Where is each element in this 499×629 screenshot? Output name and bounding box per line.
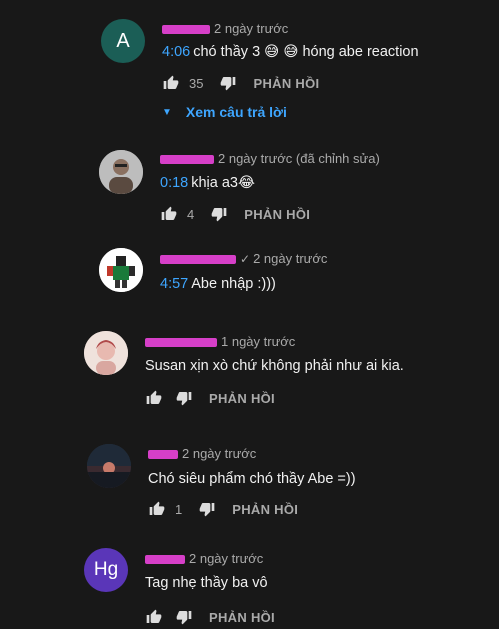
comment-header: 2 ngày trước (đã chỉnh sửa) <box>160 151 380 166</box>
like-count: 1 <box>175 501 183 517</box>
like-icon[interactable] <box>160 205 178 223</box>
comment-time[interactable]: 2 ngày trước <box>189 551 263 566</box>
avatar-character-icon <box>99 248 143 292</box>
reply-button[interactable]: PHẢN HỒI <box>244 207 310 222</box>
dislike-icon[interactable] <box>175 389 193 407</box>
reply-button[interactable]: PHẢN HỒI <box>232 502 298 517</box>
reply-button[interactable]: PHẢN HỒI <box>209 391 275 406</box>
comment-time[interactable]: 2 ngày trước <box>214 21 288 36</box>
comment-text: Tag nhẹ thầy ba vô <box>145 575 268 591</box>
view-replies-button[interactable]: ▼ Xem câu trả lời <box>162 104 287 120</box>
comment-actions: PHẢN HỒI <box>145 389 275 407</box>
reply-button[interactable]: PHẢN HỒI <box>209 610 275 625</box>
like-icon[interactable] <box>145 608 163 626</box>
verified-check-icon: ✓ <box>240 252 251 266</box>
avatar[interactable] <box>84 331 128 375</box>
comment-actions: 1 PHẢN HỒI <box>148 500 298 518</box>
comment-time[interactable]: 2 ngày trước (đã chỉnh sửa) <box>218 151 380 166</box>
timestamp-link[interactable]: 0:18 <box>160 175 188 191</box>
avatar[interactable]: Hg <box>84 548 128 592</box>
author-name-redacted[interactable] <box>160 255 236 265</box>
comment-actions: 35 PHẢN HỒI <box>162 74 319 92</box>
author-name-redacted[interactable] <box>160 155 214 165</box>
comment-text: 0:18 khịa a3😂 <box>160 175 255 191</box>
author-name-redacted[interactable] <box>162 25 210 35</box>
like-count: 35 <box>189 75 204 91</box>
comment-text: Chó siêu phẩm chó thầy Abe =)) <box>148 471 356 487</box>
like-icon[interactable] <box>148 500 166 518</box>
comment-header: 2 ngày trước <box>148 446 256 461</box>
timestamp-link[interactable]: 4:06 <box>162 44 190 60</box>
avatar[interactable] <box>99 248 143 292</box>
comment-header: 2 ngày trước <box>145 551 263 566</box>
dislike-icon[interactable] <box>198 500 216 518</box>
comment-header: 1 ngày trước <box>145 334 295 349</box>
avatar[interactable]: A <box>101 19 145 63</box>
comment-time[interactable]: 2 ngày trước <box>182 446 256 461</box>
avatar-sunset-icon <box>87 444 131 488</box>
comment-time[interactable]: 1 ngày trước <box>221 334 295 349</box>
dislike-icon[interactable] <box>210 205 228 223</box>
timestamp-link[interactable]: 4:57 <box>160 276 188 292</box>
author-name-redacted[interactable] <box>148 450 178 460</box>
comment-text: 4:57 Abe nhập :))) <box>160 276 276 292</box>
comment-text: 4:06 chó thầy 3 😅 😅 hóng abe reaction <box>162 44 419 60</box>
comment-actions: PHẢN HỒI <box>145 608 275 626</box>
like-count: 4 <box>187 206 195 222</box>
dislike-icon[interactable] <box>219 74 237 92</box>
dislike-icon[interactable] <box>175 608 193 626</box>
comment-text: Susan xịn xò chứ không phải như ai kia. <box>145 358 404 374</box>
comment-header: 2 ngày trước <box>162 21 288 36</box>
comment-time[interactable]: 2 ngày trước <box>253 251 327 266</box>
like-icon[interactable] <box>162 74 180 92</box>
avatar[interactable] <box>99 150 143 194</box>
like-icon[interactable] <box>145 389 163 407</box>
avatar[interactable] <box>87 444 131 488</box>
reply-button[interactable]: PHẢN HỒI <box>253 76 319 91</box>
comment-header: ✓ 2 ngày trước <box>160 251 327 266</box>
author-name-redacted[interactable] <box>145 338 217 348</box>
avatar-illustration-icon <box>84 331 128 375</box>
comment-actions: 4 PHẢN HỒI <box>160 205 310 223</box>
caret-down-icon: ▼ <box>162 106 172 118</box>
author-name-redacted[interactable] <box>145 555 185 565</box>
avatar-photo-icon <box>99 150 143 194</box>
